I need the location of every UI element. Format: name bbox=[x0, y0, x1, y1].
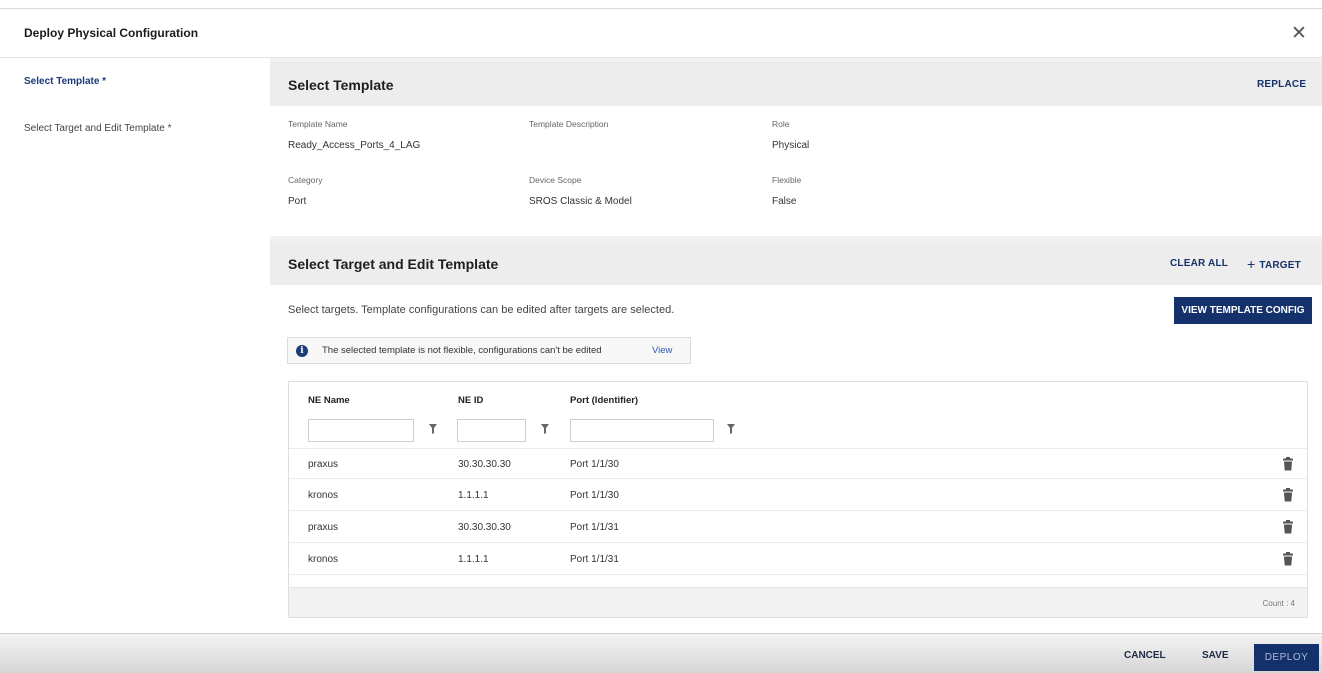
ne-id-cell: 1.1.1.1 bbox=[458, 554, 489, 565]
select-template-title: Select Template bbox=[288, 77, 394, 93]
column-header-ne-name[interactable]: NE Name bbox=[308, 395, 350, 406]
table-row[interactable]: kronos 1.1.1.1 Port 1/1/30 bbox=[289, 480, 1307, 511]
port-filter-input[interactable] bbox=[570, 419, 714, 442]
dialog-title: Deploy Physical Configuration bbox=[24, 26, 199, 40]
filter-icon[interactable] bbox=[726, 423, 736, 435]
select-target-header: Select Target and Edit Template CLEAR AL… bbox=[270, 241, 1322, 285]
add-target-label: TARGET bbox=[1259, 260, 1301, 271]
flexible-label: Flexible bbox=[772, 175, 802, 185]
replace-button[interactable]: REPLACE bbox=[1257, 79, 1306, 90]
footer-bar: CANCEL SAVE DEPLOY bbox=[0, 633, 1322, 673]
select-target-title: Select Target and Edit Template bbox=[288, 256, 499, 272]
port-cell: Port 1/1/31 bbox=[570, 522, 619, 533]
table-row[interactable]: praxus 30.30.30.30 Port 1/1/31 bbox=[289, 512, 1307, 543]
ne-name-cell: kronos bbox=[308, 490, 339, 501]
filter-icon[interactable] bbox=[540, 423, 550, 435]
template-details-panel: Template Name Ready_Access_Ports_4_LAG T… bbox=[270, 106, 1322, 236]
ne-id-cell: 30.30.30.30 bbox=[458, 522, 511, 533]
ne-id-filter-input[interactable] bbox=[457, 419, 526, 442]
close-icon[interactable]: ✕ bbox=[1288, 23, 1310, 45]
view-template-config-button[interactable]: VIEW TEMPLATE CONFIG bbox=[1174, 297, 1312, 324]
ne-name-cell: praxus bbox=[308, 522, 339, 533]
ne-name-filter-input[interactable] bbox=[308, 419, 414, 442]
table-row[interactable]: kronos 1.1.1.1 Port 1/1/31 bbox=[289, 544, 1307, 575]
role-label: Role bbox=[772, 119, 790, 129]
template-description-label: Template Description bbox=[529, 119, 609, 129]
select-template-header: Select Template REPLACE bbox=[270, 62, 1322, 106]
role-value: Physical bbox=[772, 140, 810, 151]
port-cell: Port 1/1/30 bbox=[570, 459, 619, 470]
nav-item-select-template[interactable]: Select Template * bbox=[24, 76, 106, 87]
plus-icon: + bbox=[1247, 256, 1256, 272]
ne-id-cell: 30.30.30.30 bbox=[458, 459, 511, 470]
select-targets-hint: Select targets. Template configurations … bbox=[288, 304, 675, 316]
clear-all-button[interactable]: CLEAR ALL bbox=[1170, 258, 1228, 269]
info-icon: i bbox=[296, 345, 308, 357]
column-header-port[interactable]: Port (Identifier) bbox=[570, 395, 638, 406]
category-value: Port bbox=[288, 196, 307, 207]
flexible-value: False bbox=[772, 196, 797, 207]
column-header-ne-id[interactable]: NE ID bbox=[458, 395, 483, 406]
row-count: Count : 4 bbox=[1262, 599, 1295, 608]
trash-icon[interactable] bbox=[1282, 457, 1294, 471]
nav-item-select-target[interactable]: Select Target and Edit Template * bbox=[24, 123, 172, 134]
table-footer: Count : 4 bbox=[289, 587, 1307, 617]
ne-id-cell: 1.1.1.1 bbox=[458, 490, 489, 501]
trash-icon[interactable] bbox=[1282, 488, 1294, 502]
table-row[interactable]: praxus 30.30.30.30 Port 1/1/30 bbox=[289, 448, 1307, 479]
ne-name-cell: kronos bbox=[308, 554, 339, 565]
device-scope-value: SROS Classic & Model bbox=[529, 196, 632, 207]
top-divider bbox=[0, 8, 1322, 9]
category-label: Category bbox=[288, 175, 323, 185]
trash-icon[interactable] bbox=[1282, 520, 1294, 534]
trash-icon[interactable] bbox=[1282, 552, 1294, 566]
info-view-link[interactable]: View bbox=[652, 345, 672, 356]
info-banner: i The selected template is not flexible,… bbox=[287, 337, 691, 364]
cancel-button[interactable]: CANCEL bbox=[1124, 650, 1166, 661]
template-name-value: Ready_Access_Ports_4_LAG bbox=[288, 140, 421, 151]
port-cell: Port 1/1/30 bbox=[570, 490, 619, 501]
add-target-button[interactable]: + TARGET bbox=[1247, 256, 1301, 272]
ne-name-cell: praxus bbox=[308, 459, 339, 470]
targets-table: NE Name NE ID Port (Identifier) praxus 3… bbox=[288, 381, 1308, 618]
template-name-label: Template Name bbox=[288, 119, 348, 129]
device-scope-label: Device Scope bbox=[529, 175, 582, 185]
info-banner-text: The selected template is not flexible, c… bbox=[322, 345, 602, 356]
port-cell: Port 1/1/31 bbox=[570, 554, 619, 565]
filter-icon[interactable] bbox=[428, 423, 438, 435]
save-button[interactable]: SAVE bbox=[1202, 650, 1229, 661]
deploy-button[interactable]: DEPLOY bbox=[1254, 644, 1319, 671]
